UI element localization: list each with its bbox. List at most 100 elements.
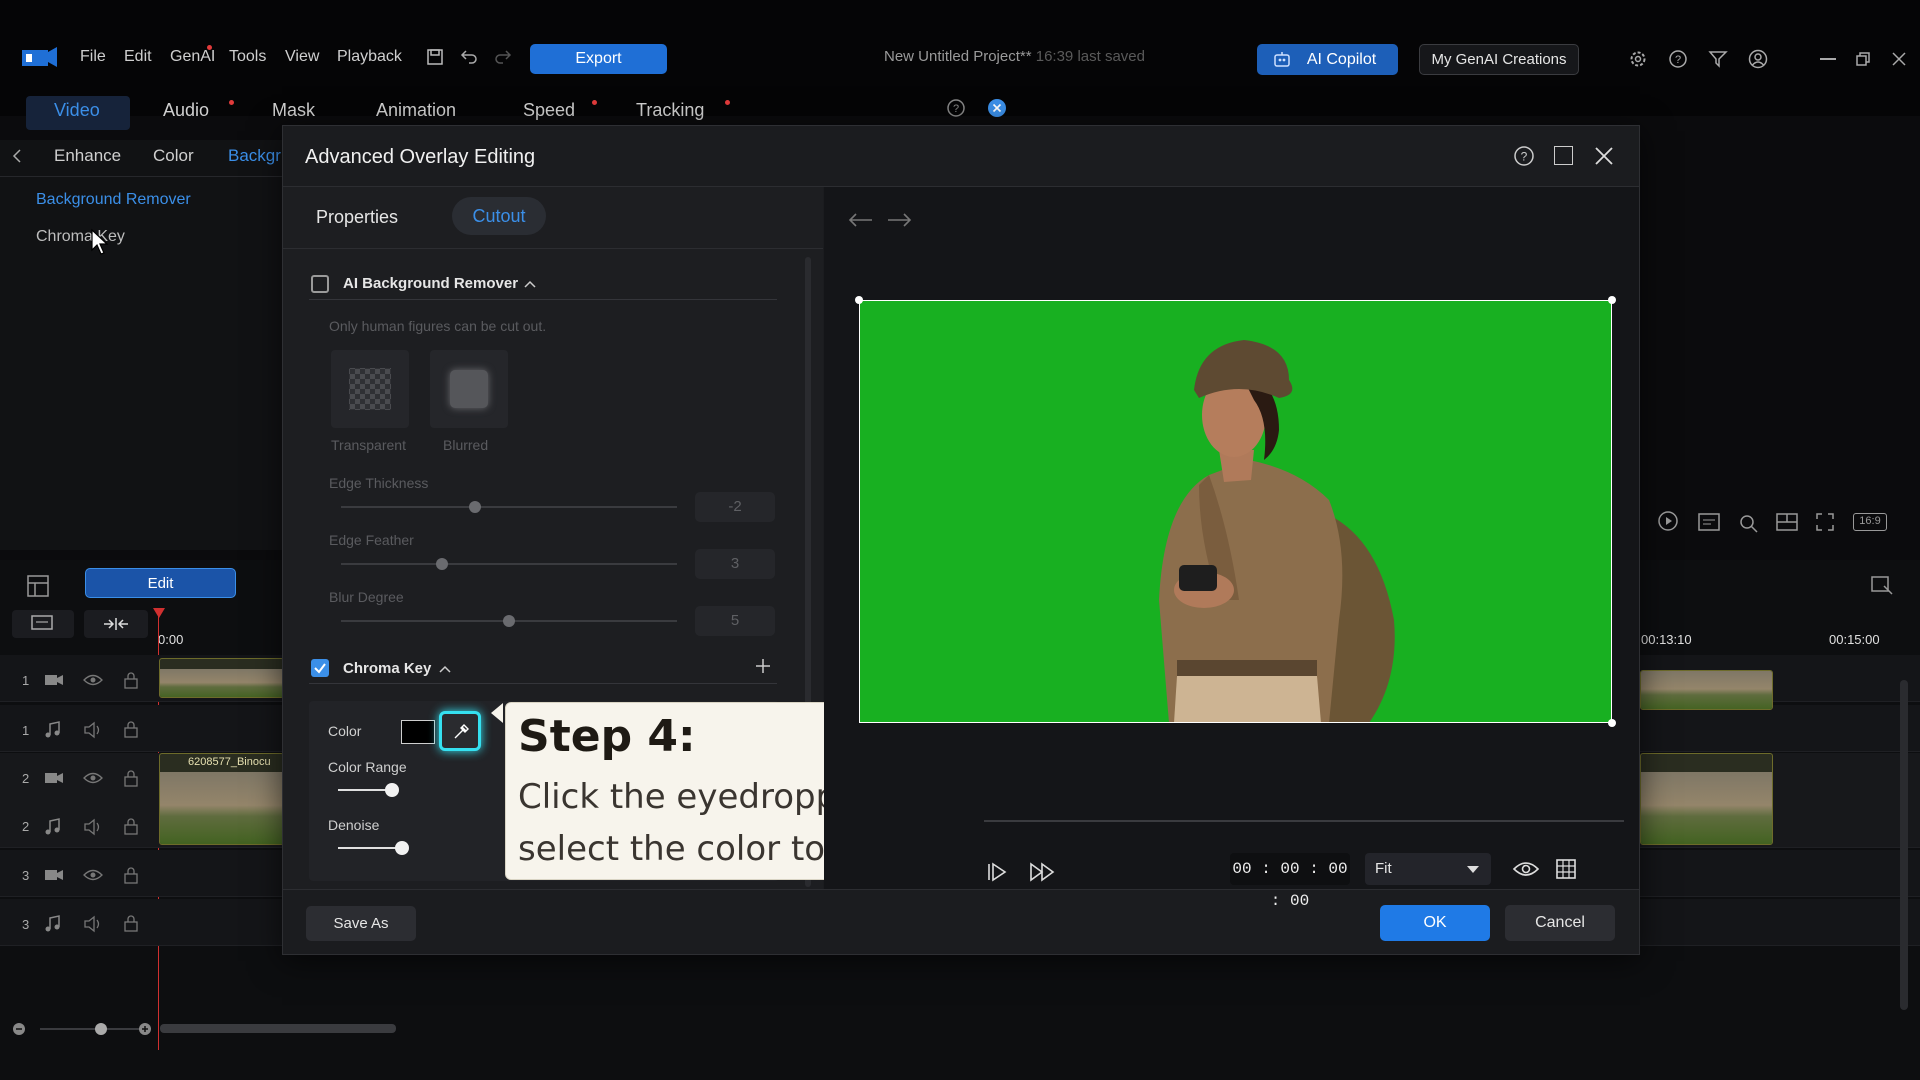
denoise-knob[interactable] <box>395 841 409 855</box>
zoom-in-icon[interactable] <box>138 1022 152 1036</box>
eye-icon[interactable] <box>83 673 103 687</box>
speaker-icon[interactable] <box>83 818 103 836</box>
eye-icon[interactable] <box>83 868 103 882</box>
eye-icon[interactable] <box>83 771 103 785</box>
menu-view[interactable]: View <box>285 48 319 66</box>
zoom-fit-dropdown[interactable]: Fit <box>1365 853 1491 885</box>
blur-degree-value[interactable]: 5 <box>695 606 775 636</box>
ok-button[interactable]: OK <box>1380 905 1490 941</box>
subtab-enhance[interactable]: Enhance <box>54 146 121 166</box>
timeline-tool-button-1[interactable] <box>12 610 74 638</box>
timeline-clip[interactable] <box>159 658 284 698</box>
blurred-option[interactable] <box>430 350 508 428</box>
tab-mask[interactable]: Mask <box>272 100 315 121</box>
tab-cutout[interactable]: Cutout <box>452 197 546 235</box>
subtab-background[interactable]: Backgr <box>228 146 281 166</box>
chevron-up-icon[interactable] <box>438 664 452 674</box>
edge-thickness-value[interactable]: -2 <box>695 492 775 522</box>
edge-thickness-slider[interactable] <box>341 506 677 508</box>
resize-handle[interactable] <box>1608 719 1616 727</box>
edge-feather-knob[interactable] <box>435 558 448 570</box>
chroma-color-swatch[interactable] <box>401 720 435 744</box>
next-frame-icon[interactable] <box>986 861 1010 883</box>
chevron-up-icon[interactable] <box>523 279 537 289</box>
dialog-close-icon[interactable] <box>1594 146 1614 166</box>
fullscreen-icon[interactable] <box>1815 512 1835 532</box>
tab-animation[interactable]: Animation <box>376 100 456 121</box>
timeline-horizontal-scrollbar[interactable] <box>160 1024 396 1033</box>
menu-genai[interactable]: GenAI <box>170 48 215 66</box>
lock-icon[interactable] <box>124 671 138 689</box>
preview-scrub-bar[interactable] <box>984 820 1624 822</box>
zoom-slider-track[interactable] <box>40 1028 140 1030</box>
export-button[interactable]: Export <box>530 44 667 74</box>
preview-eye-icon[interactable] <box>1512 859 1540 879</box>
menu-file[interactable]: File <box>80 48 106 66</box>
resize-handle[interactable] <box>855 296 863 304</box>
split-view-icon[interactable] <box>1775 512 1799 532</box>
zoom-out-icon[interactable] <box>12 1022 26 1036</box>
edge-feather-slider[interactable] <box>341 563 677 565</box>
fast-forward-icon[interactable] <box>1029 862 1057 882</box>
tab-properties[interactable]: Properties <box>316 207 398 228</box>
preview-redo-icon[interactable] <box>886 211 912 229</box>
undo-icon[interactable] <box>460 49 478 65</box>
chevron-left-icon[interactable] <box>12 148 22 164</box>
account-icon[interactable] <box>1748 49 1768 69</box>
timecode-display[interactable]: 00 : 00 : 00 : 00 <box>1230 853 1350 910</box>
aspect-ratio-button[interactable]: 16:9 <box>1853 513 1887 531</box>
lock-icon[interactable] <box>124 720 138 738</box>
left-item-chroma-key[interactable]: Chroma Key <box>36 228 125 246</box>
zoom-view-icon[interactable] <box>1737 512 1759 534</box>
edge-thickness-knob[interactable] <box>469 501 482 513</box>
speaker-icon[interactable] <box>83 915 103 933</box>
cancel-button[interactable]: Cancel <box>1505 905 1615 941</box>
timeline-clip[interactable] <box>1640 670 1773 710</box>
subtitles-icon[interactable] <box>1697 512 1721 532</box>
resize-handle[interactable] <box>1608 296 1616 304</box>
menu-playback[interactable]: Playback <box>337 48 402 66</box>
restore-icon[interactable] <box>1855 51 1871 67</box>
feedback-icon[interactable] <box>1707 49 1729 69</box>
settings-gear-icon[interactable] <box>1628 49 1648 69</box>
dialog-maximize-icon[interactable] <box>1554 146 1573 165</box>
tabs-help-icon[interactable]: ? <box>946 98 966 118</box>
blur-degree-knob[interactable] <box>503 615 515 627</box>
my-genai-creations-button[interactable]: My GenAI Creations <box>1419 44 1579 75</box>
timeline-clip[interactable] <box>1640 753 1773 845</box>
ai-copilot-button[interactable]: AI Copilot <box>1257 44 1398 75</box>
save-as-button[interactable]: Save As <box>306 906 416 941</box>
timeline-tool-button-2[interactable] <box>84 610 148 638</box>
subtab-color[interactable]: Color <box>153 146 194 166</box>
tab-speed[interactable]: Speed <box>523 100 575 121</box>
grid-icon[interactable] <box>1555 858 1577 880</box>
preview-play-options-icon[interactable] <box>1656 510 1680 532</box>
help-icon[interactable]: ? <box>1668 49 1688 69</box>
left-item-background-remover[interactable]: Background Remover <box>36 191 191 209</box>
tab-tracking[interactable]: Tracking <box>636 100 704 121</box>
menu-edit[interactable]: Edit <box>124 48 152 66</box>
zoom-slider-knob[interactable] <box>95 1023 107 1035</box>
redo-icon[interactable] <box>494 49 512 65</box>
lock-icon[interactable] <box>124 817 138 835</box>
add-key-icon[interactable] <box>754 657 772 675</box>
eyedropper-button[interactable] <box>439 711 481 751</box>
menu-tools[interactable]: Tools <box>229 48 266 66</box>
preview-undo-icon[interactable] <box>848 211 874 229</box>
playhead-handle-icon[interactable] <box>153 608 165 618</box>
minimize-icon[interactable] <box>1820 58 1836 60</box>
color-range-knob[interactable] <box>385 783 399 797</box>
dialog-help-icon[interactable]: ? <box>1513 145 1535 167</box>
timeline-clip[interactable]: 6208577_Binocu <box>159 753 284 845</box>
lock-icon[interactable] <box>124 866 138 884</box>
tab-audio[interactable]: Audio <box>163 100 209 121</box>
panel-close-icon[interactable] <box>987 98 1007 118</box>
timeline-layout-icon[interactable] <box>26 574 50 598</box>
edge-feather-value[interactable]: 3 <box>695 549 775 579</box>
speaker-icon[interactable] <box>83 721 103 739</box>
save-icon[interactable] <box>426 48 444 66</box>
tab-video[interactable]: Video <box>54 100 100 121</box>
timeline-vertical-scrollbar[interactable] <box>1900 680 1908 1010</box>
transparent-option[interactable] <box>331 350 409 428</box>
lock-icon[interactable] <box>124 914 138 932</box>
